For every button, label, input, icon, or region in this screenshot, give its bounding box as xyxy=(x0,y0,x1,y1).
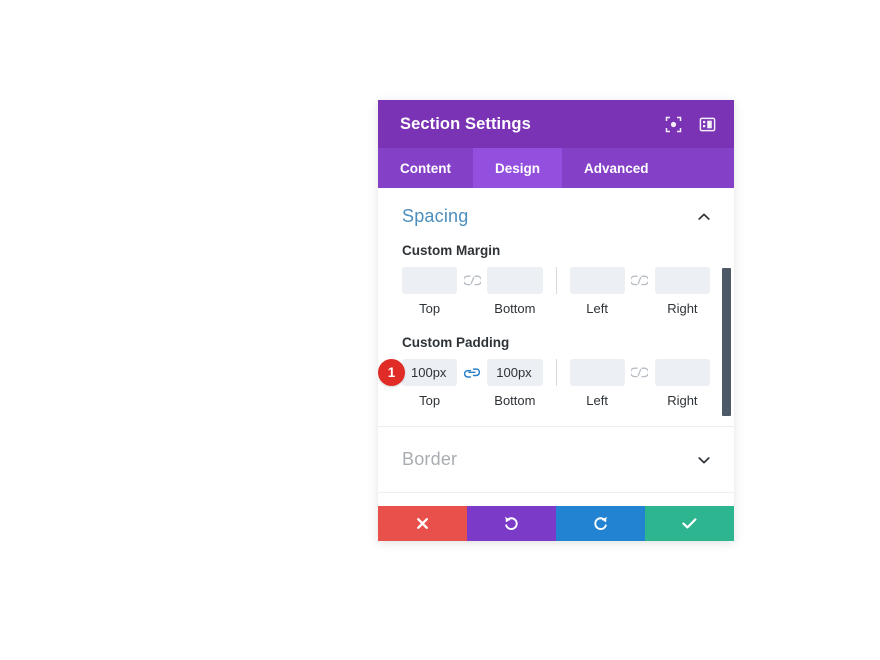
section-spacing-header[interactable]: Spacing xyxy=(378,188,734,241)
custom-padding-right-sublabel: Right xyxy=(667,393,698,408)
panel-header: Section Settings xyxy=(378,100,734,148)
layout-panel-icon[interactable] xyxy=(698,115,716,133)
custom-padding-bottom-sublabel: Bottom xyxy=(494,393,536,408)
custom-padding-top-cell: 100px Top xyxy=(402,359,458,408)
page-title: Section Settings xyxy=(400,114,531,133)
redo-icon xyxy=(592,515,609,532)
panel-footer-actions xyxy=(378,506,734,541)
checkmark-icon xyxy=(681,516,698,531)
redo-button[interactable] xyxy=(556,506,645,541)
link-broken-icon-margin-vertical[interactable] xyxy=(457,267,487,294)
custom-padding-top-bottom-group: 100px Top 100px Bottom xyxy=(402,359,543,408)
focus-expand-icon[interactable] xyxy=(664,115,682,133)
tab-design[interactable]: Design xyxy=(473,148,563,188)
cancel-button[interactable] xyxy=(378,506,467,541)
custom-padding-left-right-group: Left Right xyxy=(569,359,710,408)
custom-margin-bottom-input[interactable] xyxy=(487,267,543,294)
custom-margin-bottom-cell: Bottom xyxy=(487,267,543,316)
custom-padding-bottom-cell: 100px Bottom xyxy=(487,359,543,408)
custom-margin-right-sublabel: Right xyxy=(667,301,698,316)
custom-margin-left-input[interactable] xyxy=(569,267,625,294)
custom-margin-top-sublabel: Top xyxy=(419,301,441,316)
section-spacing: Spacing Custom Margin Top Bottom Left Ri… xyxy=(378,188,734,427)
section-border: Border xyxy=(378,427,734,493)
close-x-icon xyxy=(415,516,430,531)
section-border-header[interactable]: Border xyxy=(378,427,734,492)
settings-scroll-area: Spacing Custom Margin Top Bottom Left Ri… xyxy=(378,188,734,506)
custom-padding-label: Custom Padding xyxy=(402,335,510,350)
section-spacing-title: Spacing xyxy=(402,206,469,226)
save-button[interactable] xyxy=(645,506,734,541)
section-border-title: Border xyxy=(402,449,458,469)
custom-padding-right-input[interactable] xyxy=(654,359,710,386)
panel-body: Spacing Custom Margin Top Bottom Left Ri… xyxy=(378,188,734,506)
custom-margin-left-sublabel: Left xyxy=(586,301,608,316)
field-group-custom-margin: Custom Margin Top Bottom Left Right xyxy=(402,243,710,316)
panel-tabs: Content Design Advanced xyxy=(378,148,734,188)
custom-margin-right-input[interactable] xyxy=(654,267,710,294)
custom-margin-top-bottom-group: Top Bottom xyxy=(402,267,543,316)
section-box-shadow: Box Shadow xyxy=(378,493,734,506)
step-badge-1: 1 xyxy=(378,359,405,386)
link-broken-icon-margin-horizontal[interactable] xyxy=(625,267,655,294)
custom-margin-row: Top Bottom Left Right xyxy=(402,267,710,316)
field-group-custom-padding: Custom Padding 1 100px Top 100px Bottom … xyxy=(378,335,710,408)
section-settings-panel: Section Settings Content Design Advanced… xyxy=(378,100,734,541)
custom-padding-top-input[interactable]: 100px xyxy=(402,359,458,386)
link-broken-icon-padding-horizontal[interactable] xyxy=(625,359,655,386)
tab-advanced[interactable]: Advanced xyxy=(562,148,671,188)
custom-margin-group-divider xyxy=(555,267,557,294)
custom-margin-top-cell: Top xyxy=(402,267,458,316)
custom-margin-top-input[interactable] xyxy=(402,267,458,294)
section-box-shadow-header[interactable]: Box Shadow xyxy=(378,493,734,506)
custom-padding-top-sublabel: Top xyxy=(419,393,441,408)
custom-padding-left-input[interactable] xyxy=(569,359,625,386)
custom-margin-label: Custom Margin xyxy=(402,243,501,258)
scrollbar-track[interactable] xyxy=(722,188,731,506)
custom-margin-left-cell: Left xyxy=(569,267,625,316)
undo-button[interactable] xyxy=(467,506,556,541)
scrollbar-thumb[interactable] xyxy=(722,268,731,416)
custom-padding-left-cell: Left xyxy=(569,359,625,408)
custom-margin-bottom-sublabel: Bottom xyxy=(494,301,536,316)
custom-padding-row: 1 100px Top 100px Bottom Left Right xyxy=(378,359,710,408)
header-actions xyxy=(664,115,716,133)
tab-content[interactable]: Content xyxy=(378,148,473,188)
undo-icon xyxy=(503,515,520,532)
custom-margin-left-right-group: Left Right xyxy=(569,267,710,316)
custom-padding-left-sublabel: Left xyxy=(586,393,608,408)
link-connected-icon-padding-vertical[interactable] xyxy=(457,359,487,386)
section-spacing-content: Custom Margin Top Bottom Left Right Cust… xyxy=(378,243,734,426)
custom-padding-bottom-input[interactable]: 100px xyxy=(487,359,543,386)
custom-padding-group-divider xyxy=(555,359,557,386)
custom-padding-right-cell: Right xyxy=(654,359,710,408)
chevron-down-icon-border[interactable] xyxy=(696,452,712,468)
chevron-up-icon[interactable] xyxy=(696,209,712,225)
custom-margin-right-cell: Right xyxy=(654,267,710,316)
